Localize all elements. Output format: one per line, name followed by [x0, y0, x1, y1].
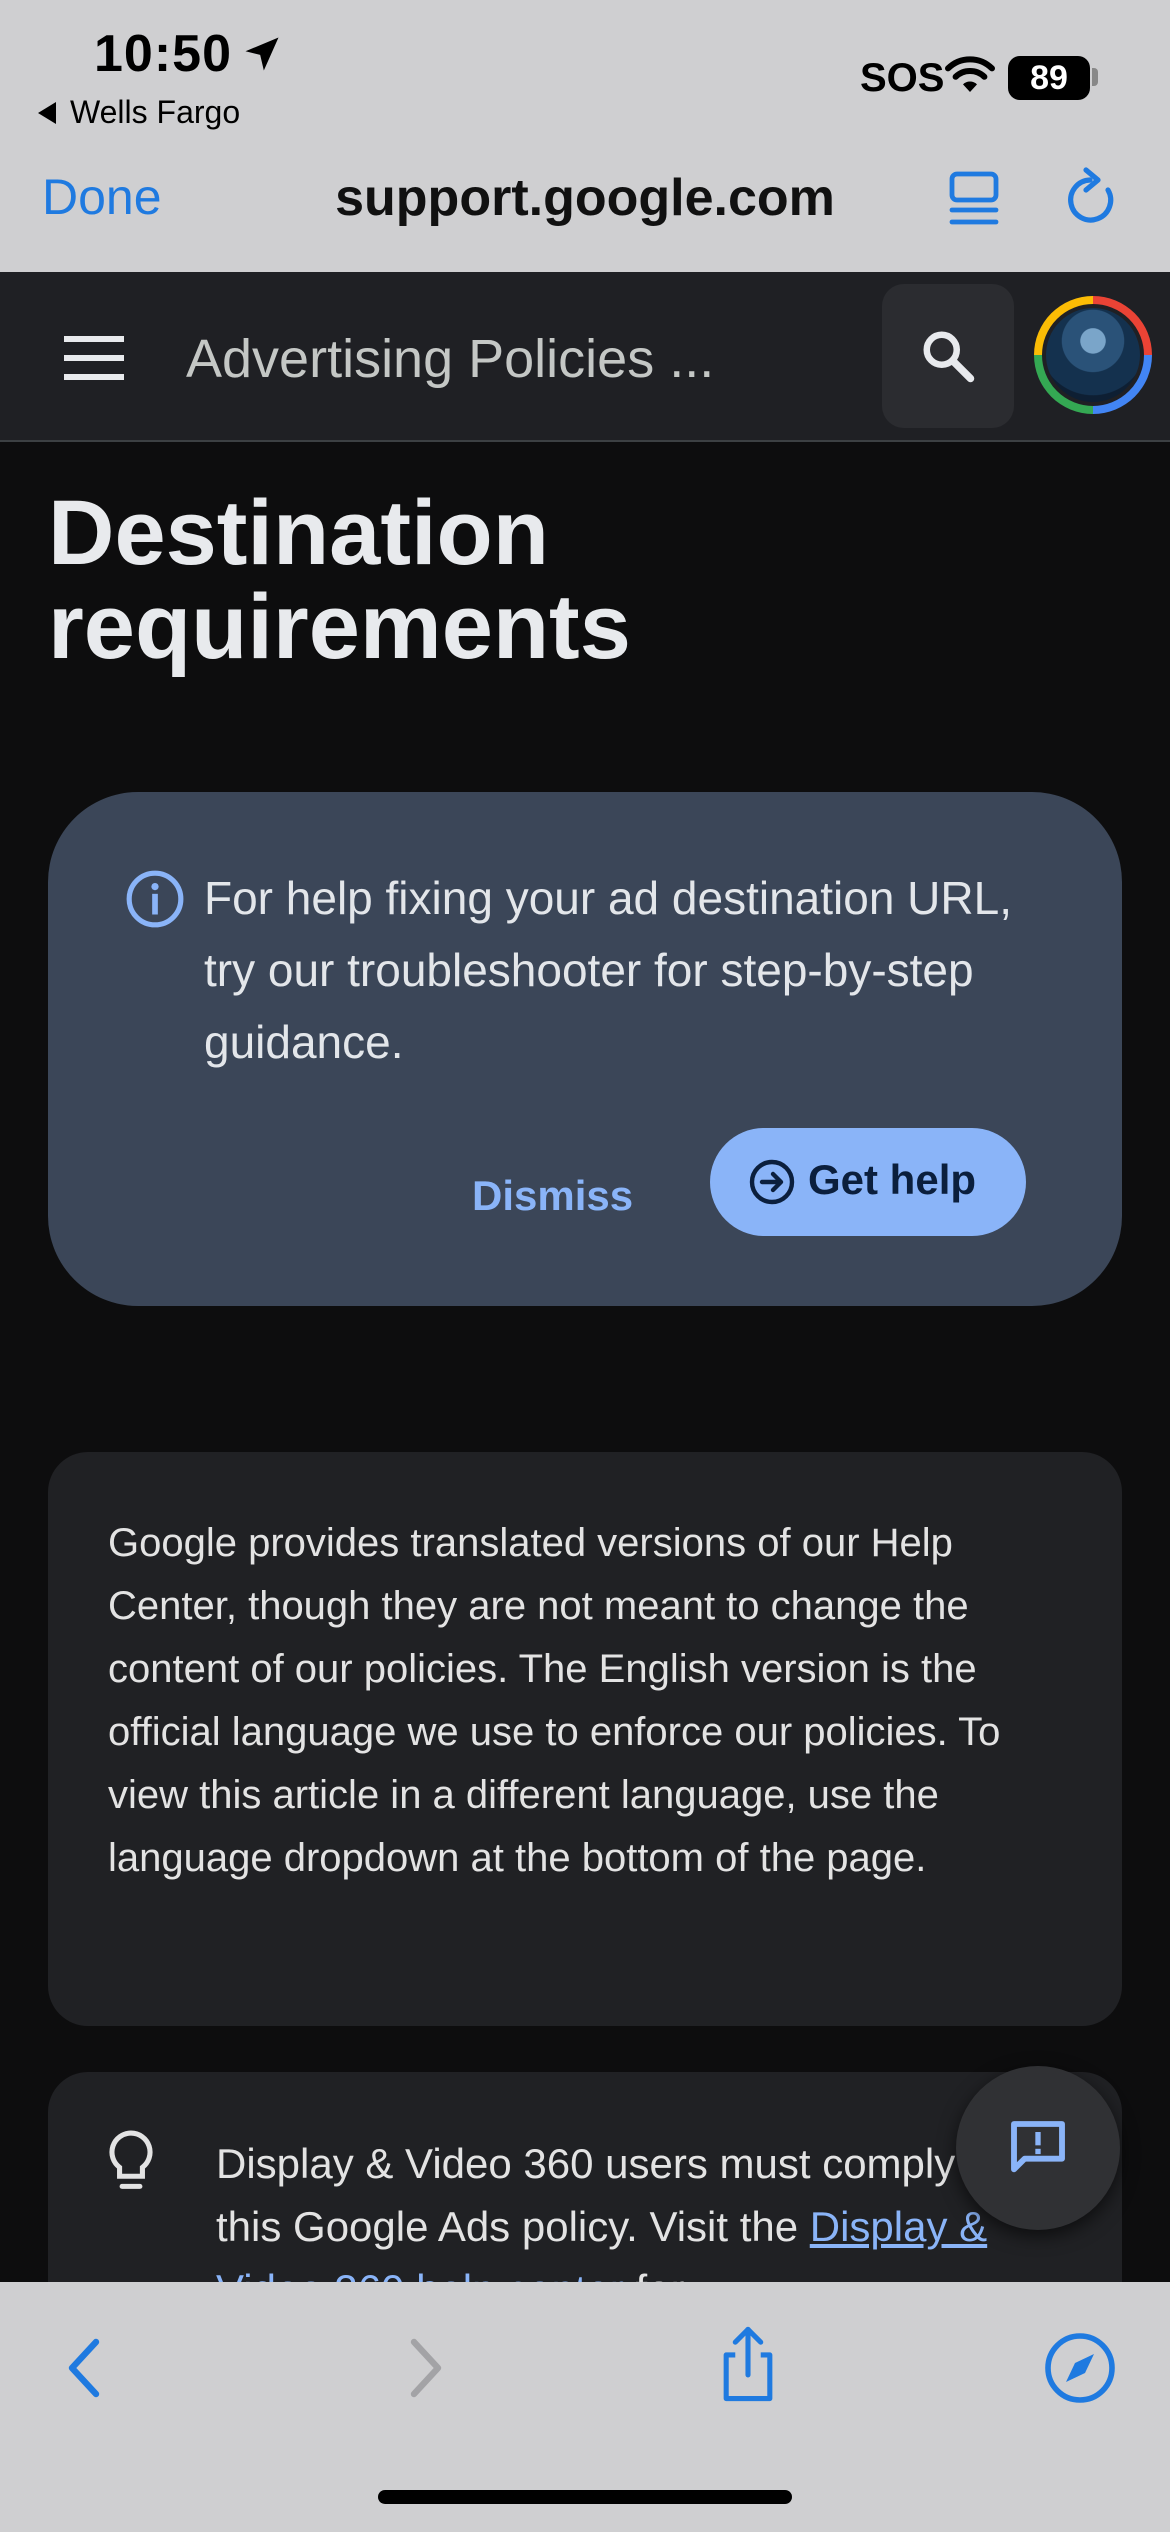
location-arrow-icon — [245, 37, 279, 71]
troubleshooter-text: For help fixing your ad destination URL,… — [204, 872, 1012, 1068]
menu-icon[interactable] — [64, 336, 124, 380]
chevron-right-icon[interactable] — [384, 2328, 464, 2408]
get-help-button[interactable]: Get help — [710, 1128, 1026, 1236]
info-icon — [126, 870, 184, 928]
done-button[interactable]: Done — [42, 168, 162, 226]
get-help-label: Get help — [808, 1156, 977, 1203]
dv360-notice-trailing: for — [624, 2266, 685, 2282]
browser-bottom-toolbar — [0, 2282, 1170, 2532]
dismiss-button[interactable]: Dismiss — [472, 1172, 633, 1220]
chevron-left-icon[interactable] — [46, 2328, 126, 2408]
search-icon — [923, 331, 975, 383]
site-header: Advertising Policies ... — [0, 272, 1170, 442]
status-time: 10:50 — [94, 25, 232, 83]
sos-indicator: SOS — [860, 56, 945, 100]
home-indicator[interactable] — [378, 2490, 792, 2504]
page-title-line2: requirements — [48, 576, 631, 678]
feedback-icon — [1011, 2121, 1065, 2173]
battery-tip — [1092, 68, 1098, 86]
share-icon[interactable] — [708, 2324, 788, 2404]
browser-top-chrome: 10:50 Wells Fargo SOS 89 support.google.… — [0, 0, 1170, 272]
account-avatar[interactable] — [1034, 296, 1152, 414]
avatar-image — [1042, 304, 1144, 406]
feedback-button[interactable] — [956, 2066, 1120, 2230]
battery-icon: 89 — [1008, 56, 1090, 100]
page-content: Destination requirements For help fixing… — [0, 442, 1170, 2282]
back-to-app-link[interactable]: Wells Fargo — [38, 94, 240, 131]
translation-notice-text: Google provides translated versions of o… — [108, 1521, 1001, 1880]
site-title[interactable]: Advertising Policies ... — [186, 328, 714, 390]
compass-icon[interactable] — [1040, 2328, 1120, 2408]
translation-notice-card: Google provides translated versions of o… — [48, 1452, 1122, 2026]
arrow-circle-icon — [749, 1159, 795, 1205]
troubleshooter-card: For help fixing your ad destination URL,… — [48, 792, 1122, 1306]
page-title: Destination requirements — [48, 486, 1048, 674]
back-app-label: Wells Fargo — [70, 94, 241, 130]
page-title-line1: Destination — [48, 482, 549, 584]
reload-icon[interactable] — [1062, 166, 1122, 230]
wifi-icon — [945, 56, 995, 92]
search-button[interactable] — [882, 284, 1014, 428]
reader-icon[interactable] — [946, 168, 1002, 228]
lightbulb-icon — [109, 2130, 153, 2189]
